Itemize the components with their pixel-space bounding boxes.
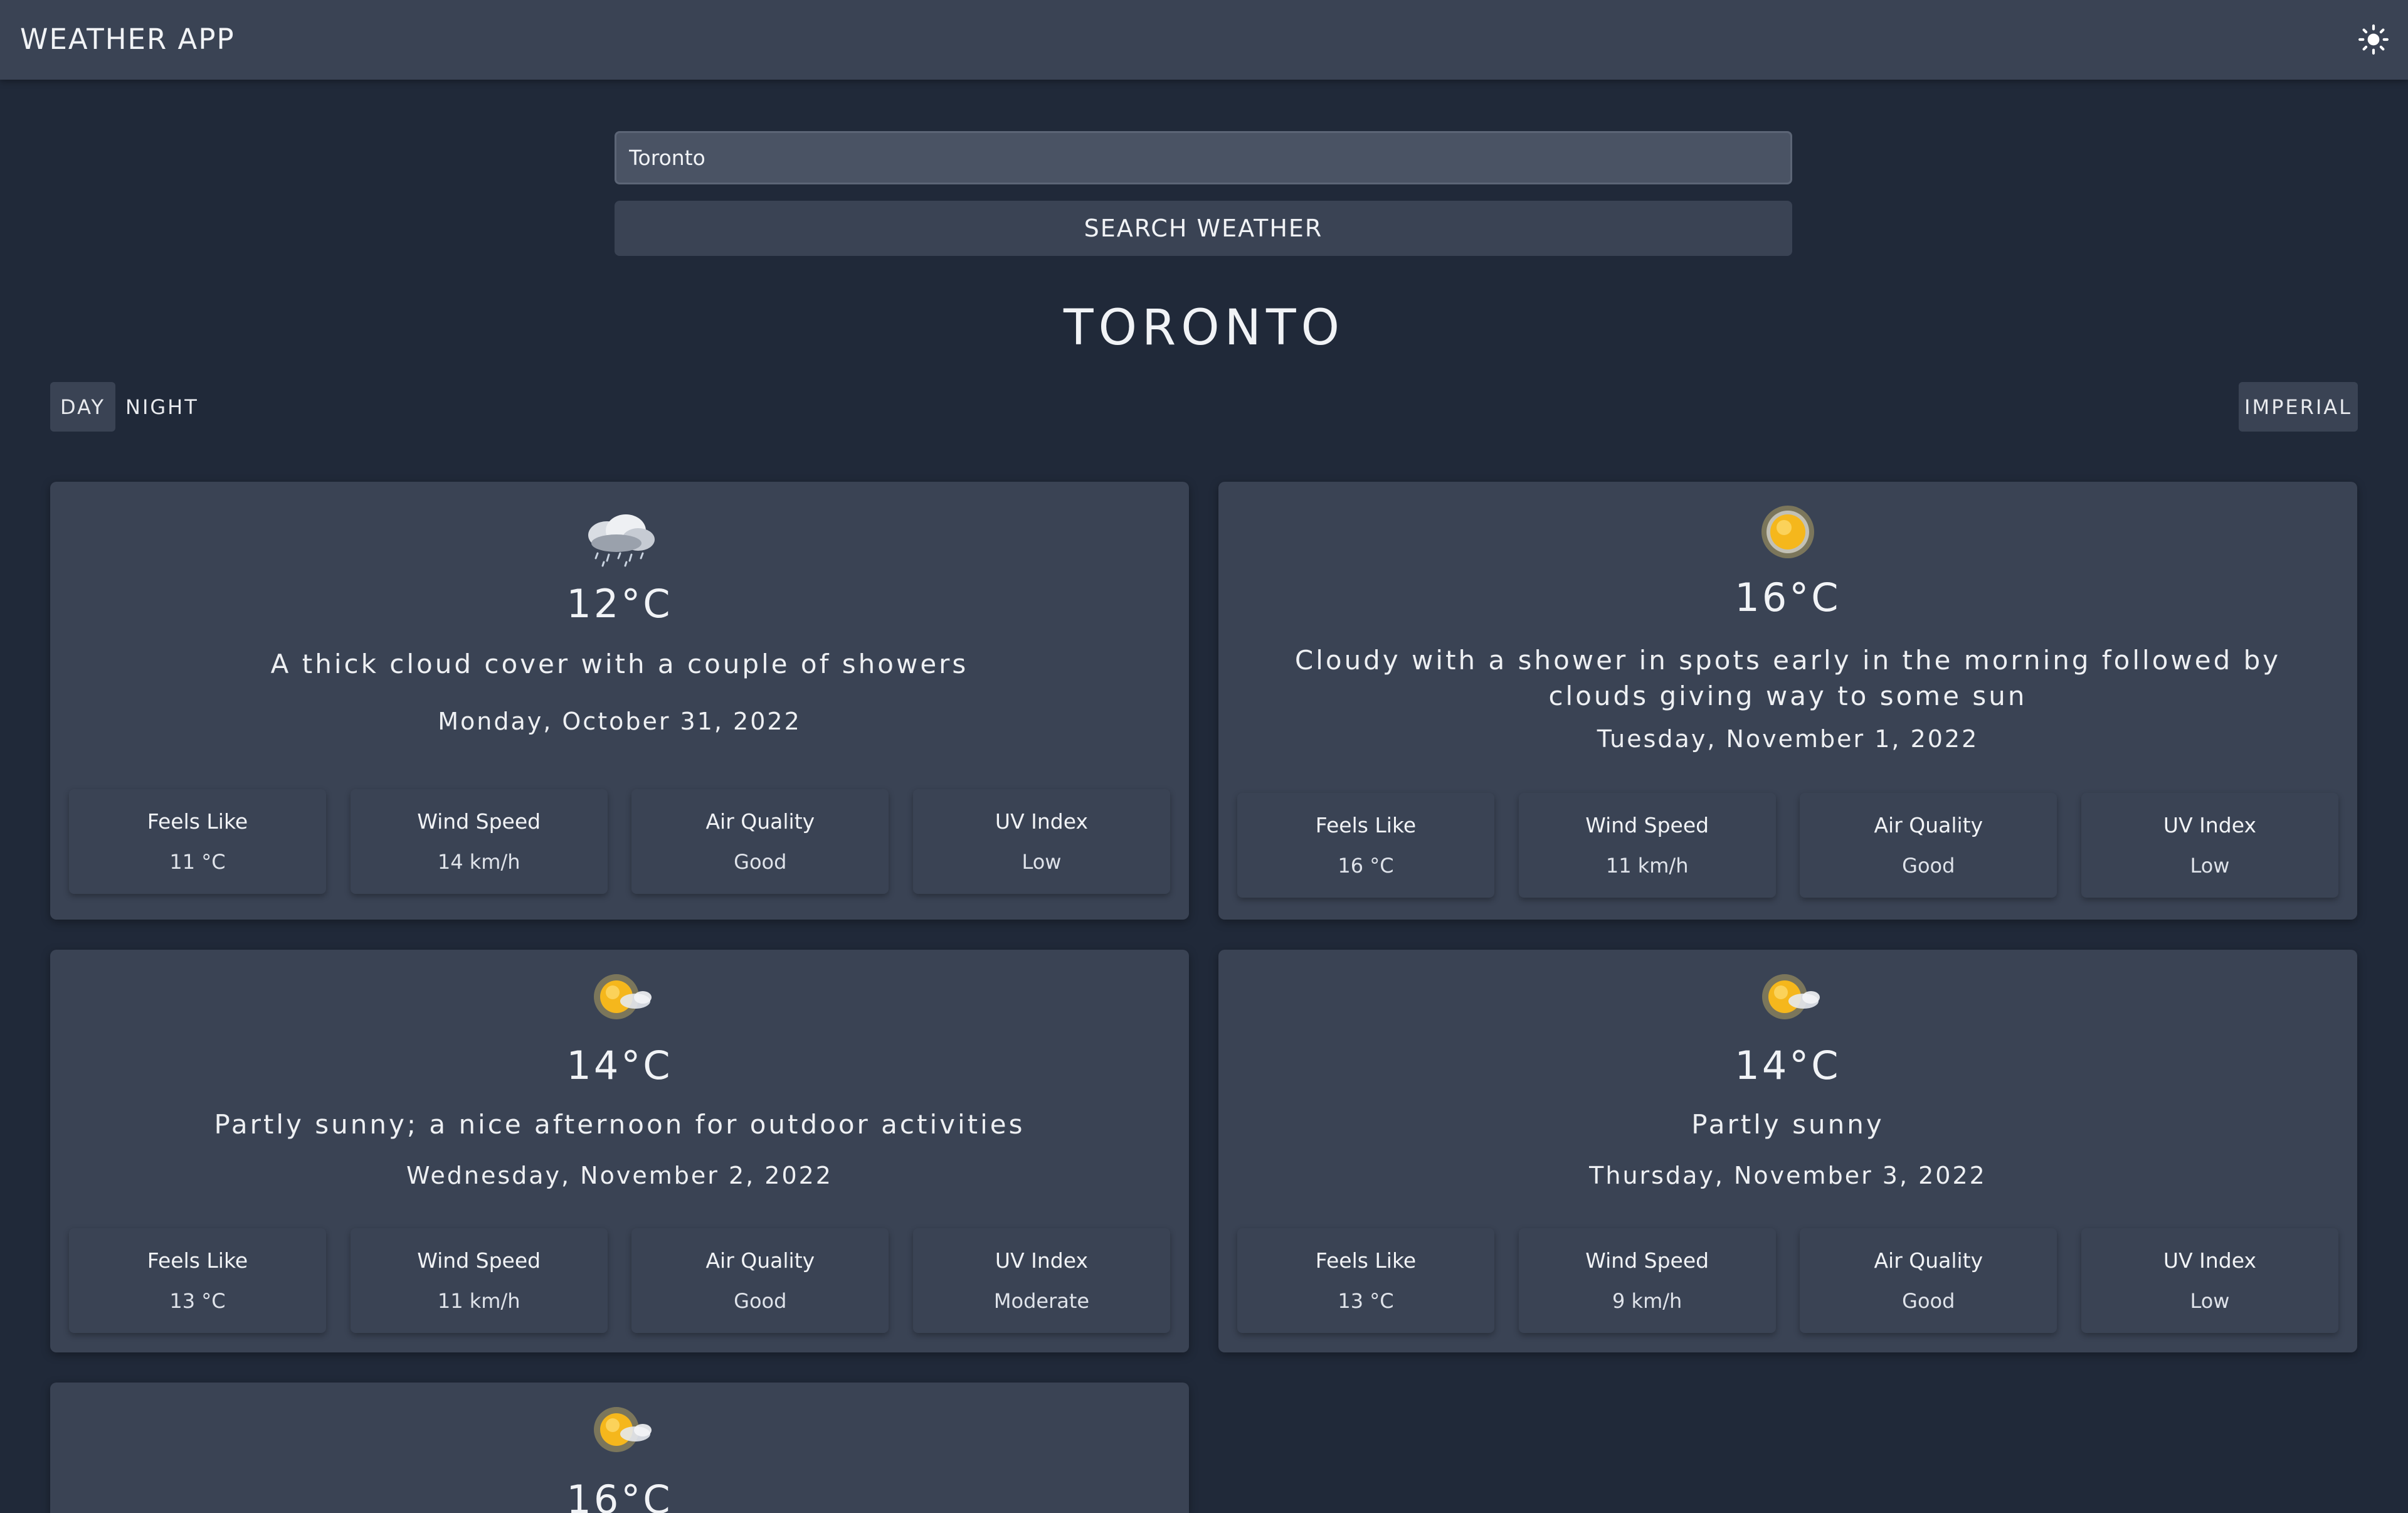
search-weather-button[interactable]: SEARCH WEATHER: [615, 201, 1792, 256]
temperature: 14°C: [1735, 1043, 1841, 1088]
partly-sunny-icon: [594, 974, 652, 1019]
stat-label: UV Index: [995, 809, 1088, 834]
stat-value: 14 km/h: [437, 850, 520, 874]
app-title: WEATHER APP: [20, 23, 235, 56]
forecast-date: Tuesday, November 1, 2022: [1597, 725, 1979, 753]
stat-wind-speed: Wind Speed 14 km/h: [350, 789, 608, 894]
stat-value: Moderate: [993, 1289, 1090, 1313]
sun-icon: [2358, 24, 2389, 55]
stat-value: 9 km/h: [1612, 1289, 1682, 1313]
weather-description: Partly sunny: [1691, 1109, 1884, 1140]
stat-uv-index: UV Index Low: [912, 789, 1170, 894]
weather-stats: Feels Like 11 °C Wind Speed 14 km/h Air …: [69, 789, 1170, 894]
stat-label: Air Quality: [1874, 1248, 1983, 1273]
stat-label: Feels Like: [147, 809, 248, 834]
stat-feels-like: Feels Like 13 °C: [1237, 1228, 1494, 1333]
forecast-card: 14°C Partly sunny; a nice afternoon for …: [50, 950, 1189, 1352]
stat-label: Feels Like: [1315, 813, 1417, 837]
forecast-date: Thursday, November 3, 2022: [1589, 1162, 1987, 1189]
stat-wind-speed: Wind Speed 11 km/h: [1518, 793, 1776, 898]
stat-label: Air Quality: [705, 809, 815, 834]
forecast-card: 16°C Cloudy with a shower in spots early…: [1218, 482, 2357, 920]
stat-label: Wind Speed: [1585, 1248, 1709, 1273]
stat-feels-like: Feels Like 16 °C: [1237, 793, 1494, 898]
forecast-card: 12°C A thick cloud cover with a couple o…: [50, 482, 1189, 920]
rain-cloud-icon: [588, 514, 655, 567]
partly-sunny-icon: [594, 1407, 652, 1452]
stat-uv-index: UV Index Low: [2081, 793, 2338, 898]
stat-feels-like: Feels Like 13 °C: [69, 1228, 326, 1333]
stat-label: Feels Like: [1315, 1248, 1417, 1273]
stat-value: 13 °C: [169, 1289, 226, 1313]
stat-label: Wind Speed: [1585, 813, 1709, 837]
forecast-card: 16°C: [50, 1383, 1189, 1513]
stat-value: Good: [734, 1289, 787, 1313]
temperature: 16°C: [1735, 575, 1841, 620]
stat-value: 16 °C: [1338, 854, 1394, 878]
sun-icon: [1761, 506, 1814, 558]
stat-wind-speed: Wind Speed 11 km/h: [350, 1228, 608, 1333]
stat-value: Low: [2190, 1289, 2230, 1313]
stat-label: UV Index: [2163, 1248, 2256, 1273]
stat-label: Wind Speed: [417, 1248, 541, 1273]
stat-value: Low: [1022, 850, 1062, 874]
stat-value: 11 km/h: [437, 1289, 520, 1313]
stat-value: 13 °C: [1338, 1289, 1394, 1313]
stat-air-quality: Air Quality Good: [1800, 1228, 2057, 1333]
stat-value: Good: [1902, 1289, 1955, 1313]
stat-label: Air Quality: [1874, 813, 1983, 837]
stat-label: Wind Speed: [417, 809, 541, 834]
partly-sunny-icon: [1762, 974, 1820, 1019]
stat-label: UV Index: [995, 1248, 1088, 1273]
stat-uv-index: UV Index Moderate: [912, 1228, 1170, 1333]
weather-stats: Feels Like 13 °C Wind Speed 11 km/h Air …: [69, 1228, 1170, 1333]
imperial-units-button[interactable]: IMPERIAL: [2239, 382, 2358, 432]
stat-air-quality: Air Quality Good: [1800, 793, 2057, 898]
day-toggle-button[interactable]: DAY: [50, 382, 115, 432]
temperature: 12°C: [566, 581, 673, 627]
weather-stats: Feels Like 13 °C Wind Speed 9 km/h Air Q…: [1237, 1228, 2338, 1333]
weather-description: Partly sunny; a nice afternoon for outdo…: [214, 1109, 1025, 1140]
stat-label: Feels Like: [147, 1248, 248, 1273]
theme-toggle-button[interactable]: [2353, 19, 2394, 60]
stat-air-quality: Air Quality Good: [631, 1228, 889, 1333]
weather-description: A thick cloud cover with a couple of sho…: [270, 649, 969, 679]
stat-value: Low: [2190, 854, 2230, 878]
stat-feels-like: Feels Like 11 °C: [69, 789, 326, 894]
stat-air-quality: Air Quality Good: [631, 789, 889, 894]
stat-label: Air Quality: [705, 1248, 815, 1273]
forecast-date: Monday, October 31, 2022: [438, 708, 801, 735]
stat-wind-speed: Wind Speed 9 km/h: [1518, 1228, 1776, 1333]
city-title: TORONTO: [1063, 300, 1345, 356]
weather-stats: Feels Like 16 °C Wind Speed 11 km/h Air …: [1237, 793, 2338, 898]
stat-label: UV Index: [2163, 813, 2256, 837]
stat-value: Good: [734, 850, 787, 874]
forecast-date: Wednesday, November 2, 2022: [406, 1162, 833, 1189]
temperature: 14°C: [566, 1043, 673, 1088]
stat-value: Good: [1902, 854, 1955, 878]
weather-description: Cloudy with a shower in spots early in t…: [1294, 645, 2281, 711]
top-app-bar: WEATHER APP: [0, 0, 2408, 80]
stat-value: 11 °C: [169, 850, 226, 874]
night-toggle-button[interactable]: NIGHT: [119, 382, 201, 432]
city-search-input[interactable]: [615, 131, 1792, 184]
temperature: 16°C: [566, 1477, 673, 1513]
stat-value: 11 km/h: [1605, 854, 1689, 878]
stat-uv-index: UV Index Low: [2081, 1228, 2338, 1333]
forecast-card: 14°C Partly sunny Thursday, November 3, …: [1218, 950, 2357, 1352]
